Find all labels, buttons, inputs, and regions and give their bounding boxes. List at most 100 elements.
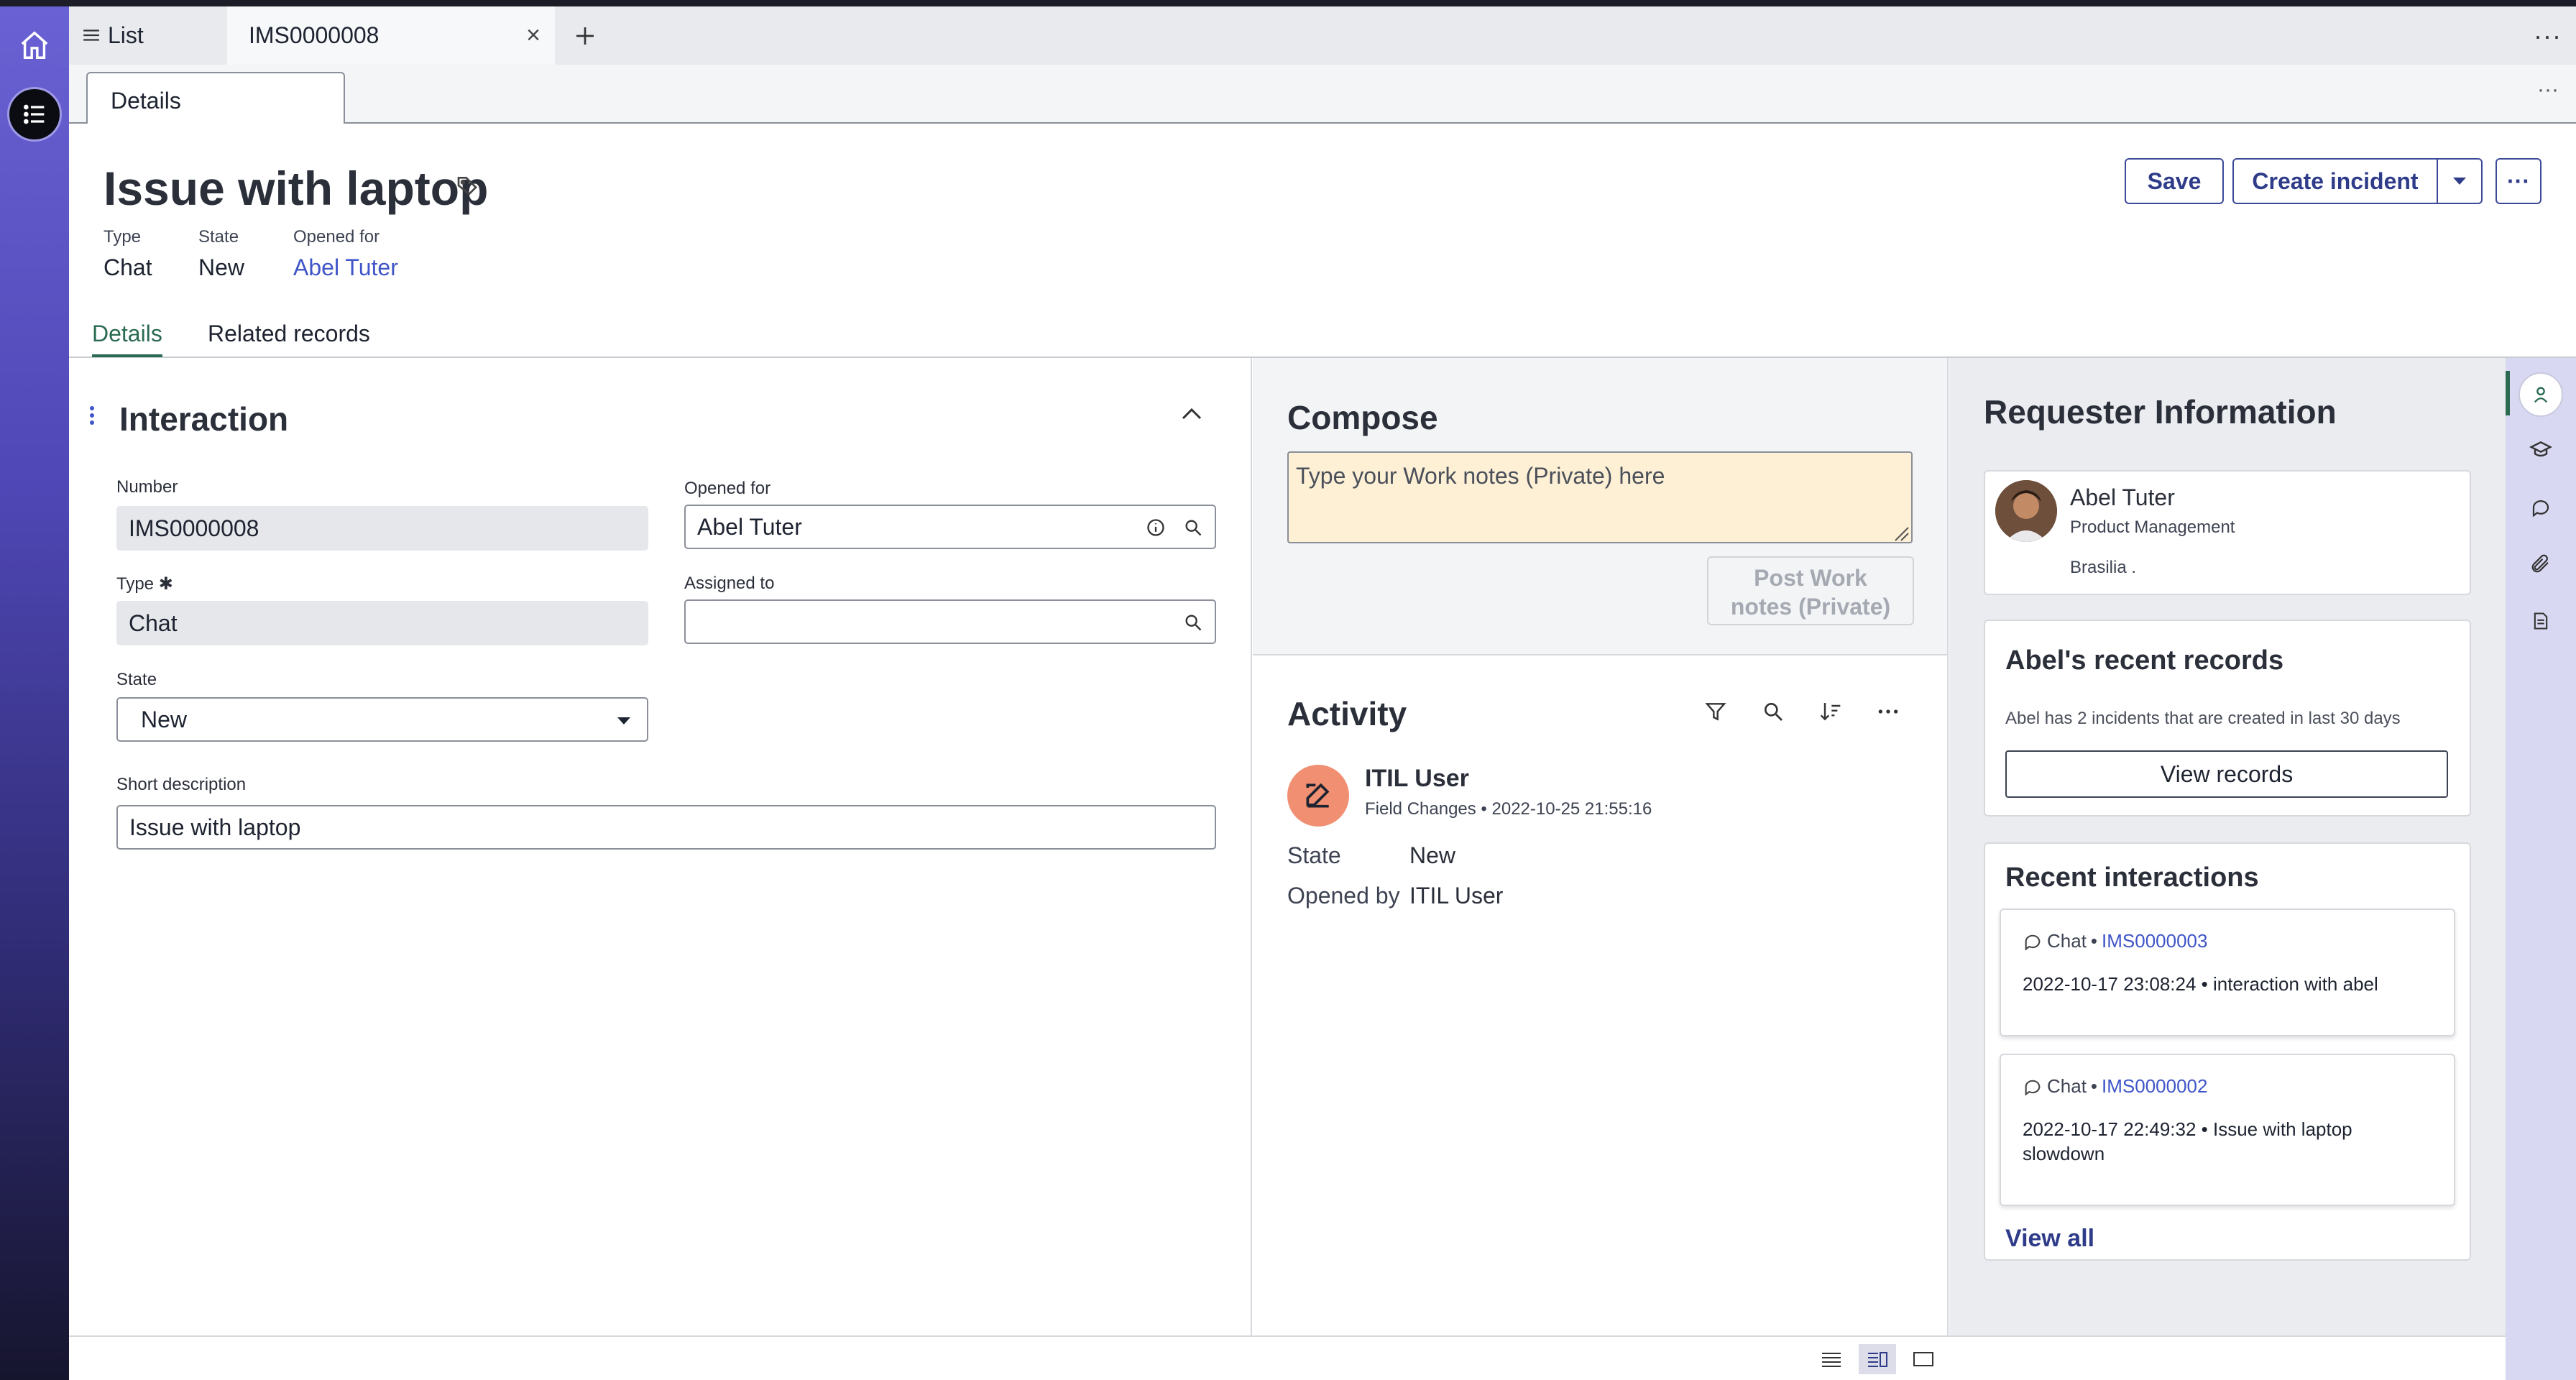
chat-bubble-icon [2025,934,2041,951]
tab-record[interactable]: IMS0000008 × [227,6,555,65]
more-icon[interactable]: ··· [2534,21,2562,51]
interaction-channel: Chat [2047,930,2087,952]
recent-records-card: Abel's recent records Abel has 2 inciden… [1984,620,2471,816]
create-incident-dropdown[interactable] [2437,158,2483,204]
opened-for-label: Opened for [684,479,771,498]
left-nav [0,6,69,1380]
meta-type-label: Type [104,227,142,247]
interaction-head: Chat • IMS0000002 [2023,1075,2207,1098]
resize-handle-icon[interactable] [1891,523,1910,542]
filter-icon[interactable] [1704,700,1727,727]
tag-icon[interactable] [456,174,479,201]
state-select[interactable]: New [116,697,648,742]
document-icon[interactable] [2526,607,2555,635]
rail-active-indicator [2506,371,2510,415]
compose-section: Compose Type your Work notes (Private) h… [1253,358,1947,656]
activity-row: State New [1287,842,1455,869]
person-icon[interactable] [2518,372,2563,417]
type-field: Chat [116,601,648,645]
meta-opened-for-label: Opened for [293,227,380,247]
info-icon[interactable] [1146,518,1166,538]
search-icon[interactable] [1762,700,1785,727]
drag-handle-icon[interactable] [89,405,95,429]
list-item[interactable]: Chat • IMS0000002 2022-10-17 22:49:32 • … [2000,1054,2455,1206]
two-column-view-icon[interactable] [1859,1344,1896,1374]
avatar [1995,480,2057,542]
chat-icon[interactable] [2526,493,2555,522]
short-description-label: Short description [116,775,247,794]
post-work-notes-button[interactable]: Post Work notes (Private) [1707,556,1914,625]
opened-for-value: Abel Tuter [697,513,802,540]
recent-interactions-card: Recent interactions Chat • IMS0000003 20… [1984,842,2471,1261]
search-icon[interactable] [1183,612,1203,632]
record-header: Issue with laptop Type Chat State New Op… [69,124,2576,358]
requester-panel: Requester Information Abel Tuter Product… [1949,358,2506,1380]
caret-down-icon [2453,178,2466,185]
create-incident-button[interactable]: Create incident [2232,158,2438,204]
activity-row-key: Opened by [1287,883,1400,908]
meta-opened-for: Opened for Abel Tuter [293,227,398,281]
activity-user: ITIL User [1365,765,1469,792]
meta-state: State New [198,227,244,281]
subtab-details[interactable]: Details [86,72,345,125]
single-column-view-icon[interactable] [1813,1344,1850,1374]
post-button-line2: notes (Private) [1730,594,1891,620]
interaction-form: Interaction Number IMS0000008 Type ✱ Cha… [69,358,1252,1335]
tab-related-records[interactable]: Related records [208,321,370,347]
type-label: Type ✱ [116,574,173,594]
page-title: Issue with laptop [104,162,489,215]
meta-opened-for-link[interactable]: Abel Tuter [293,254,398,281]
save-button[interactable]: Save [2125,158,2224,204]
full-view-icon[interactable] [1905,1344,1942,1374]
sort-icon[interactable] [1819,700,1842,727]
short-description-input[interactable]: Issue with laptop [116,805,1216,850]
meta-state-value: New [198,254,245,280]
compose-activity-panel: Compose Type your Work notes (Private) h… [1253,358,1949,1335]
bottom-bar [69,1335,2506,1380]
work-notes-textarea[interactable]: Type your Work notes (Private) here [1287,451,1913,543]
edit-avatar-icon [1287,765,1349,827]
knowledge-icon[interactable] [2526,436,2555,464]
tab-strip: List IMS0000008 × ··· [69,6,2576,65]
meta-state-label: State [198,227,239,247]
tab-record-label: IMS0000008 [249,22,380,48]
chevron-down-icon [617,717,630,724]
interaction-number-link[interactable]: IMS0000002 [2102,1075,2207,1098]
interaction-number-link[interactable]: IMS0000003 [2102,930,2207,952]
add-tab-icon[interactable] [556,6,614,65]
post-button-line1: Post Work [1754,565,1867,591]
close-tab-icon[interactable]: × [526,22,540,50]
state-label: State [116,670,157,689]
home-icon[interactable] [16,27,53,64]
requester-location: Brasilia . [2070,558,2137,577]
recent-records-title: Abel's recent records [2005,645,2284,676]
interaction-channel: Chat [2047,1075,2087,1097]
meta-type-value: Chat [104,254,152,280]
tab-list-label: List [108,22,144,48]
activity-title: Activity [1287,695,1407,732]
interaction-separator: • [2090,930,2098,952]
assigned-to-input[interactable] [684,599,1216,644]
compose-title: Compose [1287,399,1438,436]
number-label: Number [116,477,178,497]
subtab-more-icon[interactable]: ··· [2537,78,2559,102]
view-records-button[interactable]: View records [2005,750,2448,798]
requester-department: Product Management [2070,518,2235,537]
activity-more-icon[interactable] [1877,700,1900,727]
interaction-body: 2022-10-17 22:49:32 • Issue with laptop … [2023,1118,2352,1164]
requester-card: Abel Tuter Product Management Brasilia . [1984,470,2471,595]
meta-type: Type Chat [104,227,152,281]
number-field: IMS0000008 [116,506,648,551]
search-icon[interactable] [1183,518,1203,538]
interaction-separator: • [2090,1075,2098,1097]
tab-details[interactable]: Details [92,321,162,357]
list-menu-icon[interactable] [7,87,62,142]
header-more-button[interactable]: ··· [2496,158,2542,204]
interaction-head: Chat • IMS0000003 [2023,930,2207,952]
list-item[interactable]: Chat • IMS0000003 2022-10-17 23:08:24 • … [2000,908,2455,1036]
opened-for-input[interactable]: Abel Tuter [684,505,1216,549]
activity-row-key: State [1287,842,1341,868]
view-all-link[interactable]: View all [2005,1225,2094,1253]
collapse-icon[interactable] [1180,405,1203,426]
attachment-icon[interactable] [2526,549,2555,578]
